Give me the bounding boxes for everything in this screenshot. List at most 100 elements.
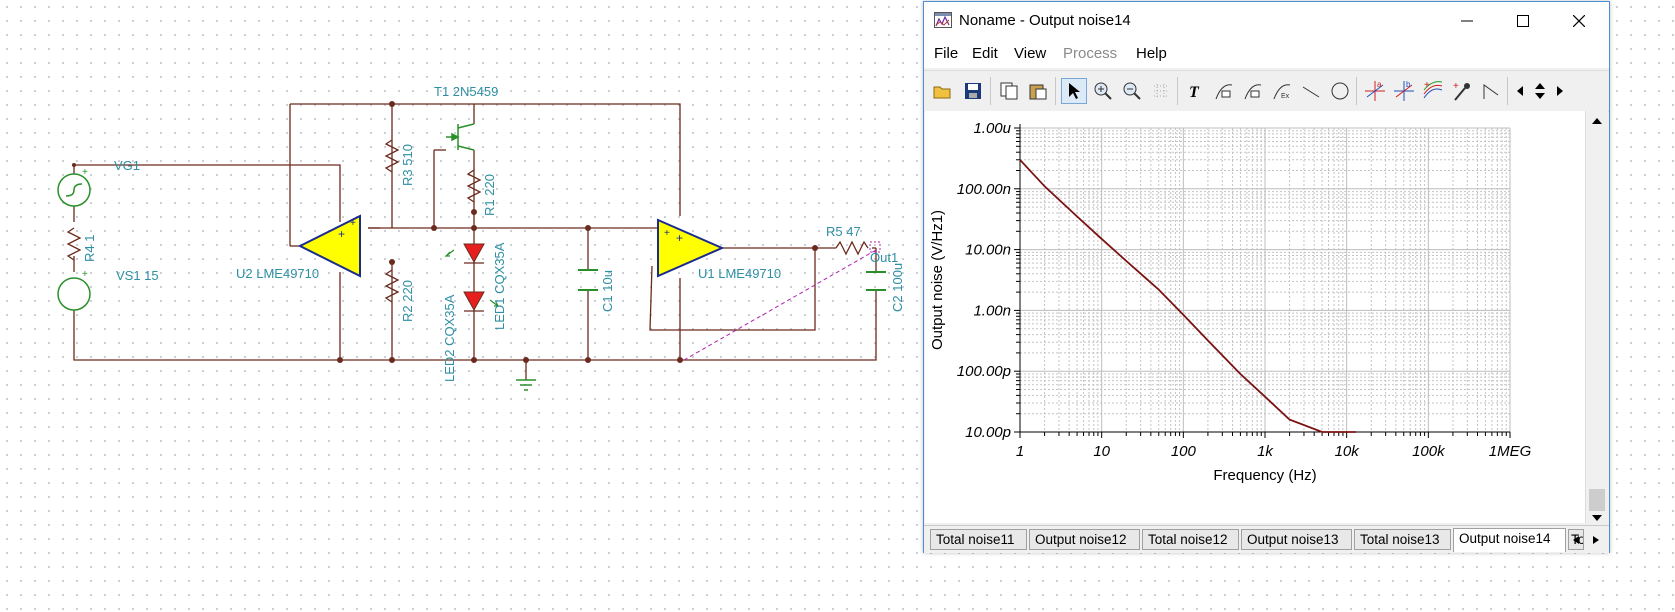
app-icon bbox=[934, 12, 952, 28]
copy-button[interactable] bbox=[996, 78, 1022, 104]
line-button[interactable] bbox=[1298, 78, 1324, 104]
svg-text:b: b bbox=[1406, 80, 1411, 89]
y-tick-label: 10.00p bbox=[965, 424, 1011, 441]
x-tick-label: 10 bbox=[1093, 443, 1110, 460]
circle-button[interactable] bbox=[1327, 78, 1353, 104]
source-vs1[interactable]: + bbox=[57, 269, 91, 311]
open-icon bbox=[933, 86, 951, 99]
menu-file[interactable]: File bbox=[934, 45, 958, 62]
cursor-a-icon: a bbox=[1365, 80, 1385, 101]
noise-curve bbox=[1019, 159, 1356, 433]
paste-button[interactable] bbox=[1025, 78, 1051, 104]
grid-icon bbox=[1154, 84, 1168, 98]
zoom-out-icon bbox=[1123, 82, 1141, 100]
y-axis-title: Output noise (V/Hz1) bbox=[929, 210, 946, 350]
maximize-button[interactable] bbox=[1495, 2, 1551, 40]
pipette-button[interactable]: + bbox=[1449, 78, 1475, 104]
label-c2: C2 100u bbox=[890, 263, 905, 312]
tab-scroll-left[interactable] bbox=[1566, 530, 1586, 550]
tab-total-noise12[interactable]: Total noise12 bbox=[1142, 529, 1239, 550]
label-led2: LED2 CQX35A bbox=[442, 294, 457, 382]
pipette-icon: + bbox=[1453, 81, 1470, 101]
cursor-a-button[interactable]: a bbox=[1362, 78, 1388, 104]
line-icon bbox=[1302, 86, 1320, 98]
x-tick-label: 1k bbox=[1257, 443, 1274, 460]
tab-output-noise12[interactable]: Output noise12 bbox=[1029, 529, 1140, 550]
vertical-scrollbar[interactable] bbox=[1585, 111, 1608, 523]
y-tick-label: 100.00p bbox=[957, 363, 1011, 380]
label-u1: U1 LME49710 bbox=[698, 266, 781, 281]
jfet-t1[interactable] bbox=[446, 123, 475, 151]
menu-help[interactable]: Help bbox=[1136, 45, 1167, 62]
save-button[interactable] bbox=[960, 78, 986, 104]
schematic-wires bbox=[73, 103, 877, 380]
capacitor-c2[interactable] bbox=[866, 271, 886, 291]
resistor-r4[interactable] bbox=[66, 227, 82, 261]
curve-label-button[interactable] bbox=[1211, 78, 1237, 104]
tab-right-icon bbox=[1593, 536, 1599, 544]
arrow-line-button[interactable] bbox=[1478, 78, 1504, 104]
tab-total-noise13[interactable]: Total noise13 bbox=[1354, 529, 1451, 550]
save-icon bbox=[965, 83, 981, 99]
x-tick-label: 100k bbox=[1412, 443, 1446, 460]
y-tick-label: 10.00n bbox=[965, 242, 1011, 259]
label-led1: LED1 CQX35A bbox=[492, 242, 507, 330]
tab-total-noise11[interactable]: Total noise11 bbox=[930, 529, 1027, 550]
label-r1: R1 220 bbox=[482, 174, 497, 216]
close-button[interactable] bbox=[1551, 2, 1607, 40]
tab-output-noise13[interactable]: Output noise13 bbox=[1241, 529, 1352, 550]
plot-area[interactable]: 1 10 100 1k 10k 100k 1MEG 1.00u 100.00n 10.00n 1.0… bbox=[925, 111, 1585, 523]
toolbar: T Ex a b + + bbox=[924, 70, 1609, 112]
label-c1: C1 10u bbox=[600, 270, 615, 312]
svg-text:+: + bbox=[338, 227, 345, 241]
toolbar-scroll-updown[interactable] bbox=[1531, 78, 1549, 104]
svg-text:+: + bbox=[82, 167, 88, 178]
pointer-button[interactable] bbox=[1061, 78, 1087, 104]
svg-text:+: + bbox=[1453, 81, 1459, 92]
toolbar-scroll-right[interactable] bbox=[1551, 78, 1569, 104]
tab-output-noise14[interactable]: Output noise14 bbox=[1453, 528, 1566, 552]
label-u2: U2 LME49710 bbox=[236, 266, 319, 281]
zoom-out-button[interactable] bbox=[1119, 78, 1145, 104]
label-t1: T1 2N5459 bbox=[434, 84, 498, 99]
cursor-b-button[interactable]: b bbox=[1391, 78, 1417, 104]
menu-process[interactable]: Process bbox=[1063, 45, 1117, 62]
svg-text:+: + bbox=[1424, 80, 1430, 91]
menu-bar: File Edit View Process Help bbox=[924, 40, 1609, 68]
toolbar-scroll-left[interactable] bbox=[1511, 78, 1529, 104]
tab-bar: Total noise11 Output noise12 Total noise… bbox=[924, 525, 1609, 553]
capacitor-c1[interactable] bbox=[578, 269, 598, 291]
scrollbar-arrows bbox=[1589, 118, 1605, 521]
window-title: Noname - Output noise14 bbox=[959, 12, 1131, 29]
axis-label-button[interactable]: Ex bbox=[1269, 78, 1295, 104]
cursor-b-icon: b bbox=[1394, 80, 1414, 101]
noise-chart[interactable]: 1 10 100 1k 10k 100k 1MEG 1.00u 100.00n 10.00n 1.0… bbox=[925, 111, 1585, 523]
circuit-schematic[interactable]: + + + + + + T1 2N5459 VG1 R3 510 R1 220 … bbox=[0, 0, 920, 612]
open-button[interactable] bbox=[930, 78, 956, 104]
add-curve-button[interactable]: + bbox=[1420, 78, 1446, 104]
label-r3: R3 510 bbox=[400, 144, 415, 186]
output-noise-window[interactable]: Noname - Output noise14 File Edit View P… bbox=[923, 1, 1610, 553]
led-led1[interactable] bbox=[444, 243, 485, 264]
menu-edit[interactable]: Edit bbox=[972, 45, 998, 62]
resistor-r5[interactable] bbox=[835, 240, 869, 256]
curve-label2-button[interactable] bbox=[1240, 78, 1266, 104]
grid-button[interactable] bbox=[1148, 78, 1174, 104]
x-tick-label: 100 bbox=[1171, 443, 1197, 460]
scroll-left-icon bbox=[1517, 86, 1523, 96]
scroll-down-icon bbox=[1592, 515, 1602, 521]
title-bar[interactable]: Noname - Output noise14 bbox=[924, 2, 1609, 40]
tab-scroll-right[interactable] bbox=[1586, 530, 1606, 550]
y-tick-label: 100.00n bbox=[957, 181, 1011, 198]
zoom-in-button[interactable] bbox=[1090, 78, 1116, 104]
text-button[interactable]: T bbox=[1182, 78, 1208, 104]
svg-text:+: + bbox=[676, 231, 683, 245]
minimize-button[interactable] bbox=[1439, 2, 1495, 40]
arrow-line-icon bbox=[1483, 84, 1499, 99]
ground-icon bbox=[516, 379, 536, 391]
zoom-in-icon bbox=[1094, 82, 1112, 100]
label-r2: R2 220 bbox=[400, 280, 415, 322]
menu-view[interactable]: View bbox=[1014, 45, 1046, 62]
curve-label2-icon bbox=[1244, 84, 1262, 100]
svg-text:Ex: Ex bbox=[1281, 93, 1290, 100]
